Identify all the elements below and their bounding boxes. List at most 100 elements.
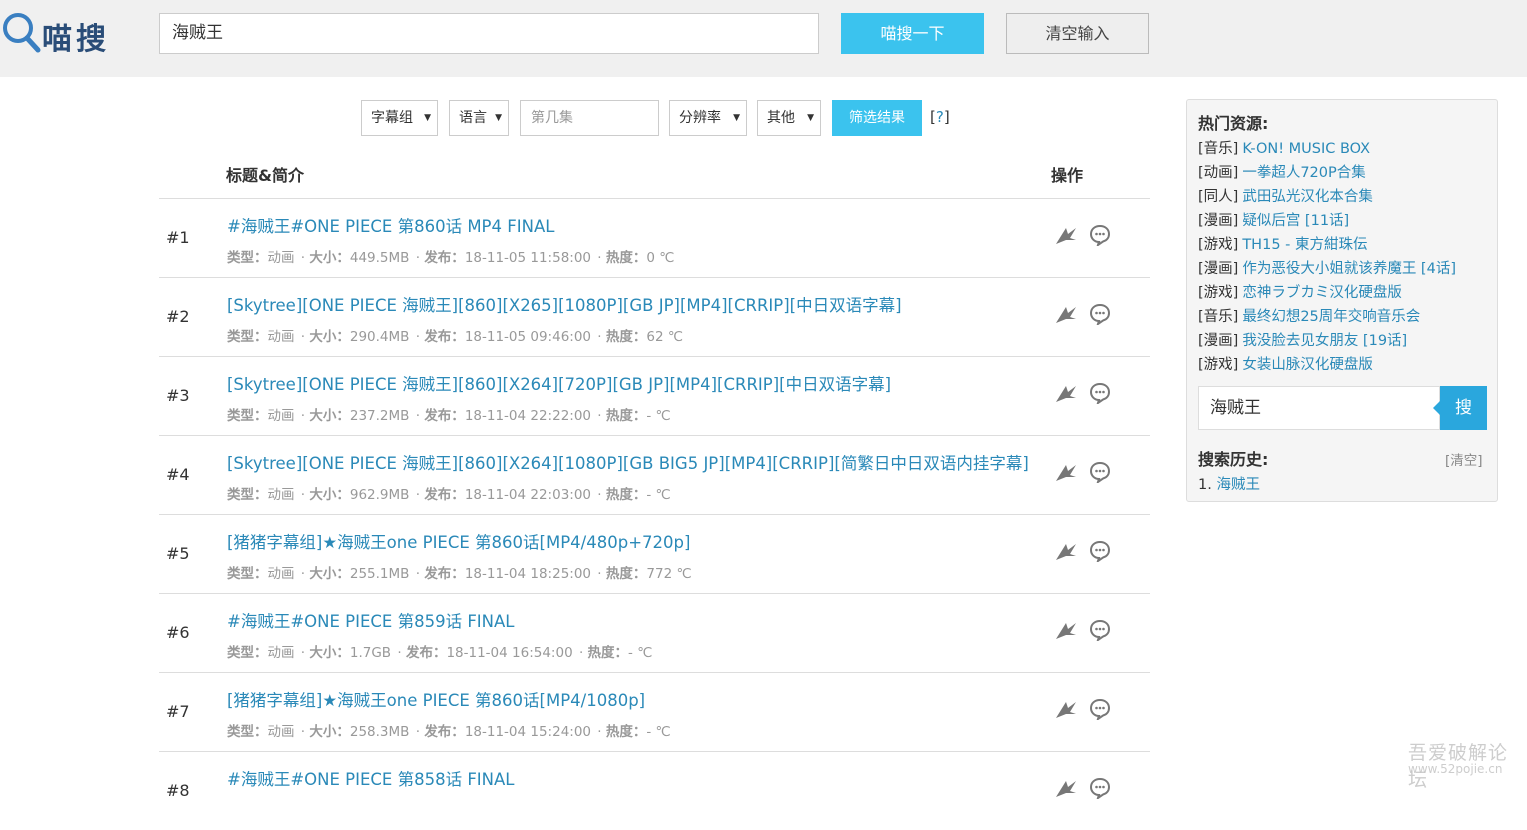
resolution-select[interactable]: 分辨率 ▼ [669, 100, 747, 136]
site-logo[interactable]: 喵搜 [0, 6, 140, 57]
meta-value-size: 1.7GB [349, 645, 392, 661]
filter-help-link[interactable]: [?] [930, 108, 950, 126]
speech-bubble-icon[interactable] [1089, 540, 1111, 564]
hot-resource-item: [动画] 一拳超人720P合集 [1198, 161, 1366, 182]
meta-separator: · [296, 329, 310, 345]
meta-label-heat: 热度： [605, 724, 647, 740]
bird-download-icon[interactable] [1054, 540, 1078, 564]
episode-input[interactable]: 第几集 [520, 100, 659, 136]
hot-resource-link[interactable]: 疑似后宫 [11话] [1242, 213, 1349, 229]
meta-label-type: 类型： [227, 329, 268, 345]
main-search-input[interactable]: 海贼王 [159, 13, 819, 54]
hot-resource-link[interactable]: 我没脸去见女朋友 [19话] [1242, 333, 1407, 349]
meta-value-type: 动画 [267, 645, 295, 661]
meta-label-size: 大小： [309, 250, 350, 266]
bird-download-icon[interactable] [1054, 777, 1078, 801]
meta-value-heat: - ℃ [646, 724, 671, 740]
hot-resource-item: [音乐] 最终幻想25周年交响音乐会 [1198, 305, 1420, 326]
search-button[interactable]: 喵搜一下 [841, 13, 984, 54]
hot-resource-category: [音乐] [1198, 141, 1239, 157]
meta-separator: · [411, 566, 425, 582]
meta-separator: · [296, 487, 310, 503]
meta-label-date: 发布： [424, 724, 465, 740]
result-row: #3 [Skytree][ONE PIECE 海贼王][860][X264][72… [159, 356, 1150, 435]
result-meta: 类型：动画 · 大小：237.2MB · 发布：18-11-04 22:22:0… [227, 404, 673, 424]
hot-resource-link[interactable]: TH15 - 東方紺珠伝 [1242, 237, 1367, 253]
meta-label-type: 类型： [227, 408, 268, 424]
result-title-link[interactable]: #海贼王#ONE PIECE 第858话 FINAL [227, 766, 515, 790]
help-close-bracket: ] [943, 108, 950, 126]
hot-resource-link[interactable]: 恋神ラブカミ汉化硬盘版 [1242, 285, 1402, 301]
caret-down-icon: ▼ [495, 113, 502, 123]
speech-bubble-icon[interactable] [1089, 619, 1111, 643]
hot-resource-category: [游戏] [1198, 285, 1239, 301]
meta-value-size: 290.4MB [349, 329, 410, 345]
hot-resource-category: [动画] [1198, 165, 1239, 181]
hot-resource-item: [同人] 武田弘光汉化本合集 [1198, 185, 1373, 206]
history-item-link[interactable]: 海贼王 [1216, 477, 1260, 493]
hot-resource-link[interactable]: 作为恶役大小姐就该养魔王 [4话] [1242, 261, 1456, 277]
meta-separator: · [593, 329, 606, 345]
meta-value-heat: - ℃ [646, 487, 671, 503]
resolution-select-label: 分辨率 [679, 110, 721, 126]
row-number: #7 [166, 702, 190, 721]
bird-download-icon[interactable] [1054, 382, 1078, 406]
result-meta: 类型：动画 · 大小：255.1MB · 发布：18-11-04 18:25:0… [227, 562, 694, 582]
result-title-link[interactable]: #海贼王#ONE PIECE 第860话 MP4 FINAL [227, 213, 554, 237]
speech-bubble-icon[interactable] [1089, 777, 1111, 801]
result-title-link[interactable]: [猪猪字幕组]★海贼王one PIECE 第860话[MP4/1080p] [227, 687, 645, 711]
filter-results-button[interactable]: 筛选结果 [832, 100, 922, 136]
speech-bubble-icon[interactable] [1089, 382, 1111, 406]
result-meta: 类型：动画 · 大小：258.3MB · 发布：18-11-04 15:24:0… [227, 720, 673, 740]
speech-bubble-icon[interactable] [1089, 224, 1111, 248]
sidebar-search-button[interactable]: 搜 [1433, 386, 1487, 430]
meta-label-heat: 热度： [605, 408, 647, 424]
meta-value-type: 动画 [267, 724, 295, 740]
result-title-link[interactable]: [Skytree][ONE PIECE 海贼王][860][X264][720P… [227, 371, 891, 395]
hot-resource-link[interactable]: 一拳超人720P合集 [1242, 165, 1365, 181]
result-title-link[interactable]: [Skytree][ONE PIECE 海贼王][860][X264][1080… [227, 450, 1029, 474]
hot-resource-category: [漫画] [1198, 261, 1239, 277]
hot-resource-link[interactable]: 最终幻想25周年交响音乐会 [1242, 309, 1420, 325]
clear-input-button[interactable]: 清空输入 [1006, 13, 1149, 54]
caret-down-icon: ▼ [733, 113, 740, 123]
speech-bubble-icon[interactable] [1089, 461, 1111, 485]
speech-bubble-icon[interactable] [1089, 698, 1111, 722]
bird-download-icon[interactable] [1054, 303, 1078, 327]
hot-resource-link[interactable]: 女装山脉汉化硬盘版 [1242, 357, 1373, 373]
meta-label-heat: 热度： [605, 566, 647, 582]
meta-label-type: 类型： [227, 250, 268, 266]
bird-download-icon[interactable] [1054, 461, 1078, 485]
meta-label-heat: 热度： [605, 487, 647, 503]
row-number: #8 [166, 781, 190, 800]
result-title-link[interactable]: [猪猪字幕组]★海贼王one PIECE 第860话[MP4/480p+720p… [227, 529, 690, 553]
sidebar-search-input[interactable]: 海贼王 [1198, 386, 1440, 430]
meta-label-date: 发布： [424, 487, 465, 503]
result-title-link[interactable]: [Skytree][ONE PIECE 海贼王][860][X265][1080… [227, 292, 902, 316]
result-row: #5 [猪猪字幕组]★海贼王one PIECE 第860话[MP4/480p+72… [159, 514, 1150, 593]
hot-resource-link[interactable]: K-ON! MUSIC BOX [1242, 141, 1370, 157]
meta-value-date: 18-11-04 15:24:00 [464, 724, 592, 740]
bird-download-icon[interactable] [1054, 698, 1078, 722]
bird-download-icon[interactable] [1054, 224, 1078, 248]
speech-bubble-icon[interactable] [1089, 303, 1111, 327]
meta-value-date: 18-11-05 11:58:00 [464, 250, 592, 266]
bird-download-icon[interactable] [1054, 619, 1078, 643]
other-select[interactable]: 其他 ▼ [757, 100, 821, 136]
subgroup-select[interactable]: 字幕组 ▼ [361, 100, 438, 136]
meta-value-type: 动画 [267, 566, 295, 582]
history-item-num: 1. [1198, 477, 1212, 493]
clear-history-link[interactable]: [清空] [1445, 449, 1483, 469]
result-title-link[interactable]: #海贼王#ONE PIECE 第859话 FINAL [227, 608, 515, 632]
meta-separator: · [411, 250, 425, 266]
meta-separator: · [593, 408, 606, 424]
hot-resource-link[interactable]: 武田弘光汉化本合集 [1242, 189, 1373, 205]
hot-resource-item: [漫画] 我没脸去见女朋友 [19话] [1198, 329, 1407, 350]
caret-down-icon: ▼ [424, 113, 431, 123]
meta-label-size: 大小： [309, 566, 350, 582]
language-select[interactable]: 语言 ▼ [449, 100, 509, 136]
result-meta: 类型：动画 · 大小：962.9MB · 发布：18-11-04 22:03:0… [227, 483, 673, 503]
meta-label-date: 发布： [405, 645, 447, 661]
language-select-label: 语言 [459, 110, 487, 126]
meta-label-heat: 热度： [605, 250, 647, 266]
